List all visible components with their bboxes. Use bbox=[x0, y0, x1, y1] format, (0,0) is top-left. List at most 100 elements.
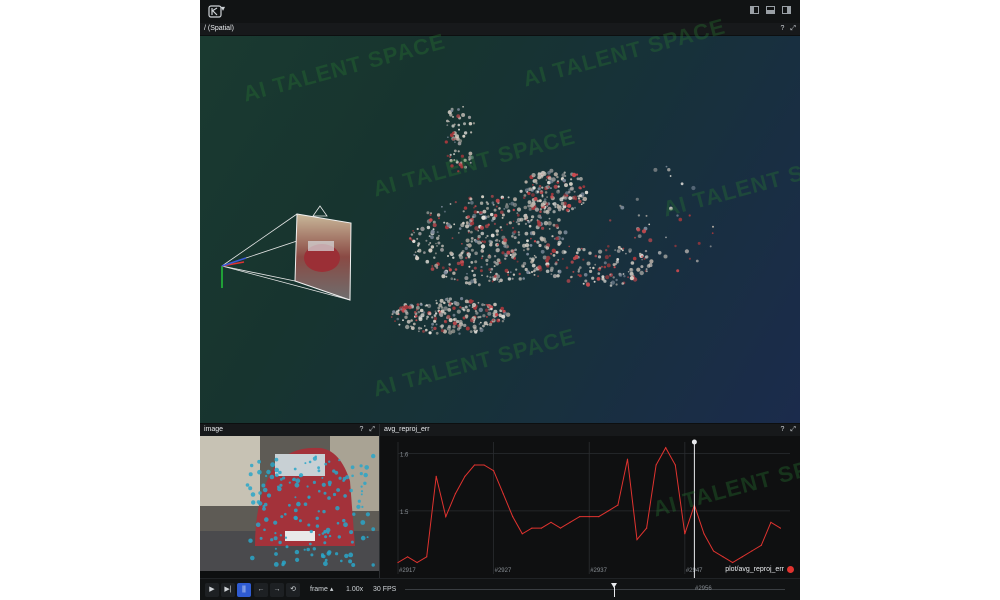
cloud-point bbox=[415, 319, 418, 322]
cloud-point bbox=[467, 201, 470, 205]
maximize-icon[interactable]: ⤢ bbox=[790, 23, 796, 35]
cloud-point bbox=[638, 252, 642, 256]
cloud-point bbox=[669, 175, 672, 177]
cloud-point bbox=[524, 267, 528, 272]
cloud-point bbox=[433, 316, 438, 321]
cloud-point bbox=[504, 204, 509, 209]
cloud-point bbox=[577, 197, 581, 200]
cloud-point bbox=[563, 171, 566, 174]
cloud-point bbox=[448, 318, 453, 323]
cloud-point bbox=[465, 238, 470, 243]
playback-speed[interactable]: 1.00x bbox=[346, 583, 363, 597]
plot-panel-title[interactable]: avg_reproj_err bbox=[384, 426, 430, 433]
menu-caret-icon[interactable]: ▾ bbox=[221, 4, 225, 13]
time-series-plot[interactable]: 1.61.5 #2917#2927#2937#2947 plot/avg_rep… bbox=[380, 436, 800, 578]
prev-frame-button[interactable]: ← bbox=[254, 583, 268, 597]
image-panel-title[interactable]: image bbox=[204, 426, 223, 433]
cloud-point bbox=[417, 248, 422, 253]
toggle-right-panel-button[interactable] bbox=[782, 6, 791, 14]
cloud-point bbox=[547, 247, 550, 249]
image-view[interactable] bbox=[200, 436, 379, 571]
step-forward-button[interactable]: ▶| bbox=[221, 583, 235, 597]
cloud-point bbox=[453, 153, 456, 156]
help-icon[interactable]: ? bbox=[359, 424, 363, 436]
app-logo-icon[interactable] bbox=[208, 5, 222, 18]
loop-button[interactable]: ⟲ bbox=[286, 583, 300, 597]
pause-button[interactable]: || bbox=[237, 583, 251, 597]
toggle-left-panel-button[interactable] bbox=[750, 6, 759, 14]
feature-point bbox=[365, 512, 370, 517]
cloud-point bbox=[577, 247, 581, 252]
cloud-point bbox=[541, 170, 546, 175]
cloud-point bbox=[463, 158, 467, 162]
feature-point bbox=[324, 558, 328, 562]
feature-point bbox=[363, 472, 368, 478]
cloud-point bbox=[552, 274, 557, 279]
feature-point bbox=[315, 524, 320, 528]
feature-point bbox=[288, 481, 291, 484]
cloud-point bbox=[575, 251, 579, 255]
cloud-point bbox=[448, 268, 452, 272]
next-frame-button[interactable]: → bbox=[270, 583, 284, 597]
timeline-selector[interactable]: frame ▴ bbox=[310, 583, 333, 597]
feature-point bbox=[265, 474, 268, 478]
cloud-point bbox=[490, 233, 495, 238]
maximize-icon[interactable]: ⤢ bbox=[369, 424, 375, 436]
cloud-point bbox=[479, 225, 485, 230]
cloud-point bbox=[526, 239, 529, 243]
timeline-track[interactable] bbox=[405, 589, 785, 590]
cloud-point bbox=[465, 221, 469, 225]
cloud-point bbox=[569, 182, 573, 186]
cloud-point bbox=[676, 269, 680, 273]
cloud-point bbox=[440, 306, 444, 309]
cloud-point bbox=[457, 141, 462, 146]
cloud-point bbox=[524, 180, 528, 184]
cloud-point bbox=[537, 187, 541, 191]
cloud-point bbox=[663, 254, 668, 259]
data-point bbox=[770, 521, 772, 523]
cloud-point bbox=[506, 223, 509, 226]
cloud-point bbox=[440, 326, 443, 329]
cloud-point bbox=[497, 243, 499, 246]
feature-point bbox=[323, 529, 327, 534]
cloud-point bbox=[649, 259, 654, 264]
data-point bbox=[760, 544, 762, 546]
cloud-point bbox=[431, 316, 434, 319]
spatial-panel-title[interactable]: / (Spatial) bbox=[204, 25, 234, 32]
x-tick-label: #2917 bbox=[399, 568, 416, 574]
cloud-point bbox=[464, 246, 468, 250]
spatial-3d-view[interactable] bbox=[200, 36, 800, 423]
cloud-point bbox=[430, 267, 435, 271]
cloud-point bbox=[536, 240, 540, 244]
feature-point bbox=[257, 469, 262, 475]
feature-point bbox=[273, 536, 278, 541]
cloud-point bbox=[512, 251, 517, 256]
cursor-handle[interactable] bbox=[691, 439, 697, 445]
cloud-point bbox=[485, 315, 488, 318]
cloud-point bbox=[486, 234, 489, 238]
viewer-app: ▾ / (Spatial) ? ⤢ image ? ⤢ avg_reproj_e… bbox=[200, 0, 800, 600]
maximize-icon[interactable]: ⤢ bbox=[790, 424, 796, 436]
feature-point bbox=[366, 536, 369, 539]
cloud-point bbox=[418, 330, 420, 333]
feature-point bbox=[274, 547, 277, 550]
feature-point bbox=[317, 510, 320, 513]
cloud-point bbox=[412, 322, 416, 326]
timeline-end-label: #2956 bbox=[695, 586, 712, 592]
feature-point bbox=[348, 552, 354, 558]
data-point bbox=[531, 527, 533, 529]
cloud-point bbox=[645, 270, 648, 273]
help-icon[interactable]: ? bbox=[780, 23, 784, 35]
help-icon[interactable]: ? bbox=[780, 424, 784, 436]
plot-legend[interactable]: plot/avg_reproj_err bbox=[725, 566, 794, 573]
cloud-point bbox=[594, 263, 597, 266]
cloud-point bbox=[449, 251, 453, 255]
fps-setting[interactable]: 30 FPS bbox=[373, 583, 396, 597]
play-button[interactable]: ▶ bbox=[205, 583, 219, 597]
feature-point bbox=[303, 502, 308, 506]
toggle-bottom-panel-button[interactable] bbox=[766, 6, 775, 14]
legend-label: plot/avg_reproj_err bbox=[725, 566, 784, 573]
cloud-point bbox=[622, 247, 625, 250]
cloud-point bbox=[454, 201, 457, 204]
cloud-point bbox=[544, 191, 548, 194]
